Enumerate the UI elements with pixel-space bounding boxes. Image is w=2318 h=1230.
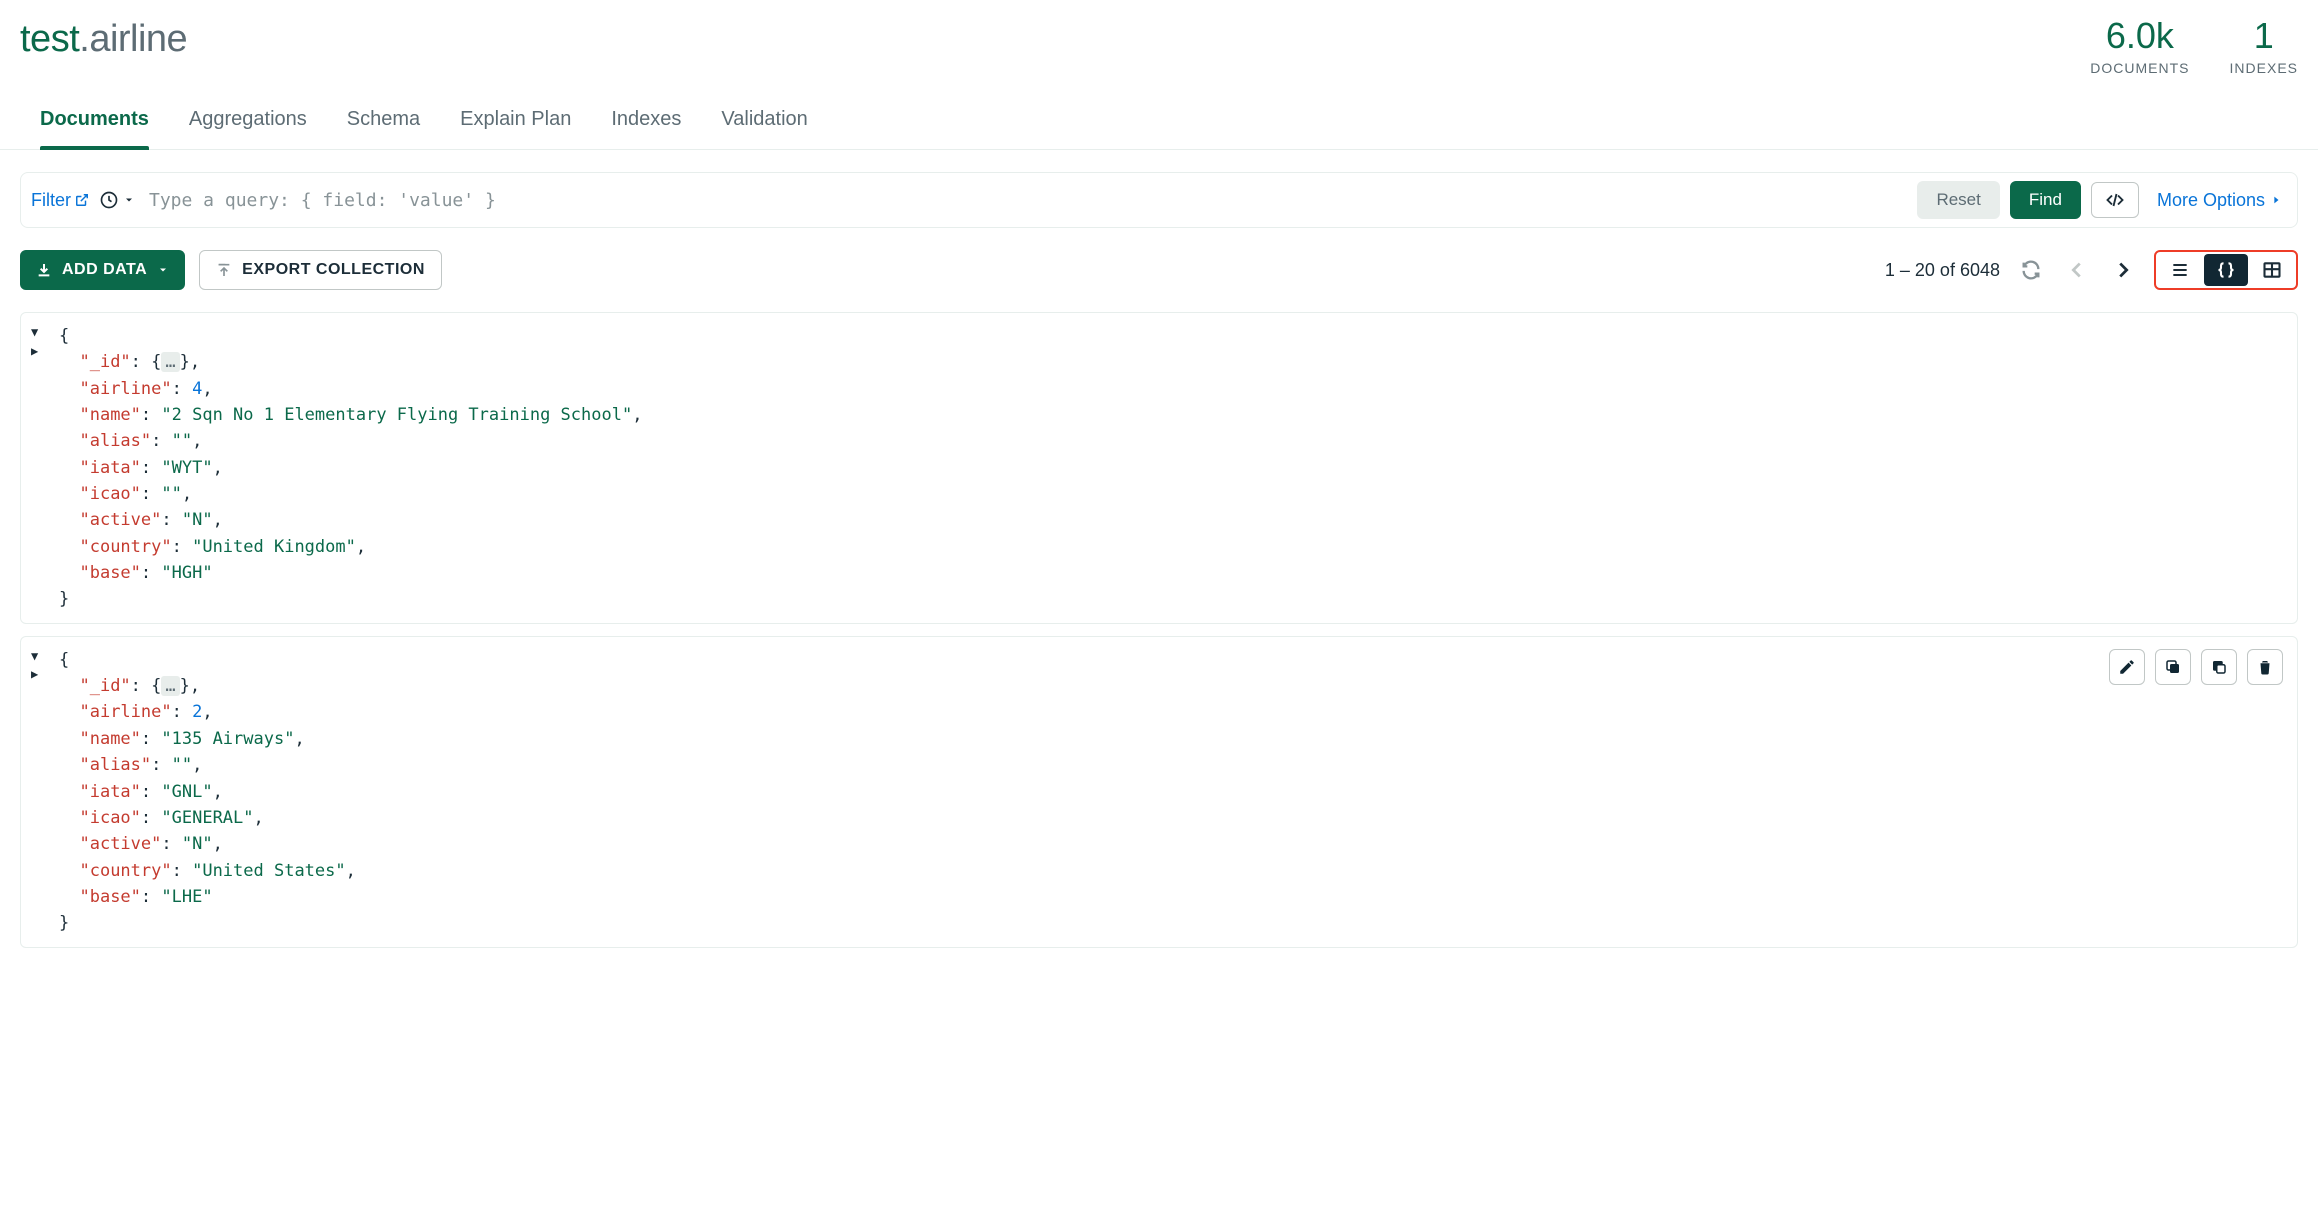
documents-toolbar: ADD DATA EXPORT COLLECTION 1 – 20 of 604… [0, 228, 2318, 300]
db-name: test [20, 18, 79, 60]
chevron-left-icon [2066, 259, 2088, 281]
gutter: ▼▶ [31, 323, 59, 613]
edit-button[interactable] [2109, 649, 2145, 685]
copy-icon [2164, 658, 2182, 676]
export-label: EXPORT COLLECTION [242, 261, 425, 279]
refresh-button[interactable] [2016, 255, 2046, 285]
code-icon [2104, 191, 2126, 209]
find-button[interactable]: Find [2010, 181, 2081, 219]
chevron-right-icon [2112, 259, 2134, 281]
reset-button[interactable]: Reset [1917, 181, 1999, 219]
copy-button[interactable] [2155, 649, 2191, 685]
json-body: { "_id": {…}, "airline": 4, "name": "2 S… [59, 323, 642, 613]
pencil-icon [2118, 658, 2136, 676]
clock-icon [99, 190, 119, 210]
collapse-toggle[interactable]: ▼ [31, 323, 59, 342]
list-icon [2170, 260, 2190, 280]
refresh-icon [2020, 259, 2042, 281]
expand-id-toggle[interactable]: ▶ [31, 665, 59, 684]
clone-icon [2210, 658, 2228, 676]
history-button[interactable] [99, 190, 135, 210]
filter-link[interactable]: Filter [31, 190, 89, 211]
gutter: ▼▶ [31, 647, 59, 937]
delete-button[interactable] [2247, 649, 2283, 685]
caret-down-icon [123, 194, 135, 206]
tabs: Documents Aggregations Schema Explain Pl… [0, 88, 2318, 150]
export-collection-button[interactable]: EXPORT COLLECTION [199, 250, 442, 290]
tab-aggregations[interactable]: Aggregations [189, 108, 307, 149]
download-icon [36, 262, 52, 278]
toggle-code-button[interactable] [2091, 182, 2139, 218]
more-options-link[interactable]: More Options [2157, 190, 2281, 211]
stat-documents-label: DOCUMENTS [2090, 60, 2189, 76]
view-json-button[interactable] [2204, 254, 2248, 286]
prev-page-button[interactable] [2062, 255, 2092, 285]
stat-indexes: 1 INDEXES [2230, 18, 2298, 76]
stat-documents: 6.0k DOCUMENTS [2090, 18, 2189, 76]
braces-icon [2215, 260, 2237, 280]
add-data-button[interactable]: ADD DATA [20, 250, 185, 290]
filter-label: Filter [31, 190, 71, 211]
paging-text: 1 – 20 of 6048 [1885, 260, 2000, 281]
collection-name: airline [89, 18, 187, 60]
document-card[interactable]: ▼▶{ "_id": {…}, "airline": 4, "name": "2… [20, 312, 2298, 624]
stat-documents-value: 6.0k [2090, 18, 2189, 54]
json-body: { "_id": {…}, "airline": 2, "name": "135… [59, 647, 356, 937]
caret-right-icon [2271, 193, 2281, 207]
header: test.airline 6.0k DOCUMENTS 1 INDEXES [0, 0, 2318, 76]
tab-schema[interactable]: Schema [347, 108, 420, 149]
document-card[interactable]: ▼▶{ "_id": {…}, "airline": 2, "name": "1… [20, 636, 2298, 948]
collection-stats: 6.0k DOCUMENTS 1 INDEXES [2090, 18, 2298, 76]
stat-indexes-label: INDEXES [2230, 60, 2298, 76]
expand-id-toggle[interactable]: ▶ [31, 342, 59, 361]
trash-icon [2256, 658, 2274, 676]
tab-indexes[interactable]: Indexes [611, 108, 681, 149]
export-icon [216, 262, 232, 278]
view-table-button[interactable] [2250, 254, 2294, 286]
table-icon [2262, 260, 2282, 280]
tab-documents[interactable]: Documents [40, 108, 149, 149]
tab-explain-plan[interactable]: Explain Plan [460, 108, 571, 149]
stat-indexes-value: 1 [2230, 18, 2298, 54]
collapse-toggle[interactable]: ▼ [31, 647, 59, 666]
tab-validation[interactable]: Validation [721, 108, 807, 149]
collection-title: test.airline [20, 18, 187, 61]
filter-bar: Filter Reset Find More Options [20, 172, 2298, 228]
filter-input[interactable] [145, 184, 1907, 217]
view-list-button[interactable] [2158, 254, 2202, 286]
next-page-button[interactable] [2108, 255, 2138, 285]
external-link-icon [75, 193, 89, 207]
clone-button[interactable] [2201, 649, 2237, 685]
more-options-label: More Options [2157, 190, 2265, 211]
title-dot: . [79, 18, 89, 60]
view-mode-group [2154, 250, 2298, 290]
add-data-label: ADD DATA [62, 261, 147, 279]
documents-list: ▼▶{ "_id": {…}, "airline": 4, "name": "2… [0, 312, 2318, 968]
document-actions [2109, 649, 2283, 685]
caret-down-icon [157, 264, 169, 276]
